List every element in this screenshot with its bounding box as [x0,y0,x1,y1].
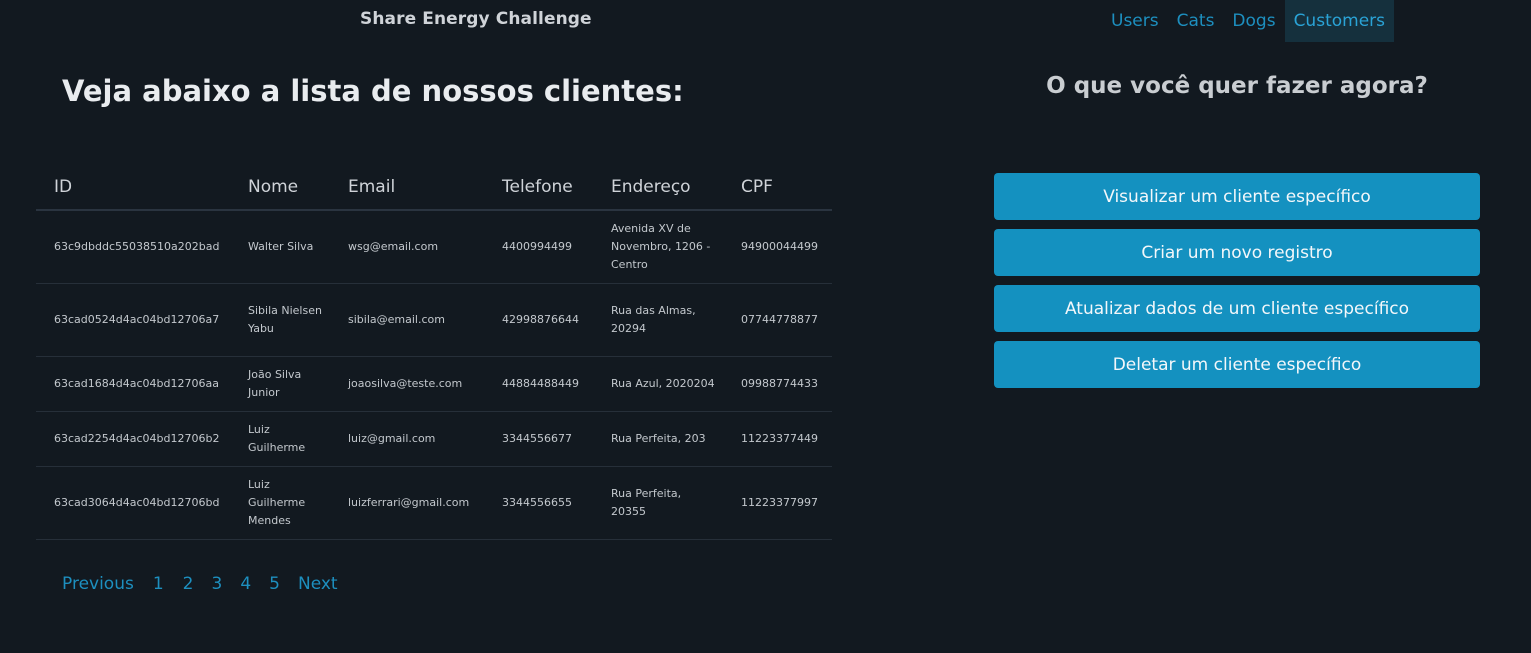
nav-customers[interactable]: Customers [1284,0,1394,42]
page: Share Energy Challenge Users Cats Dogs C… [0,0,1531,653]
cell-cpf: 11223377449 [723,411,832,467]
brand-title: Share Energy Challenge [360,9,592,29]
actions-panel: Visualizar um cliente específico Criar u… [994,173,1480,388]
cell-email: joaosilva@teste.com [330,356,484,412]
column-header-email: Email [330,164,484,211]
top-nav: Users Cats Dogs Customers [1102,0,1394,42]
cell-endereco: Avenida XV de Novembro, 1206 - Centro [593,210,723,284]
nav-users[interactable]: Users [1102,0,1168,42]
create-record-button[interactable]: Criar um novo registro [994,229,1480,276]
pagination-page-4[interactable]: 4 [240,574,251,594]
cell-email: luiz@gmail.com [330,411,484,467]
cell-email: wsg@email.com [330,210,484,284]
cell-id: 63cad2254d4ac04bd12706b2 [36,411,230,467]
pagination-page-5[interactable]: 5 [269,574,280,594]
cell-telefone: 44884488449 [484,356,593,412]
column-header-endereco: Endereço [593,164,723,211]
cell-endereco: Rua Perfeita, 203 [593,411,723,467]
cell-endereco: Rua das Almas, 20294 [593,283,723,357]
cell-telefone: 3344556655 [484,466,593,540]
column-header-cpf: CPF [723,164,832,211]
cell-email: sibila@email.com [330,283,484,357]
cell-nome: Walter Silva [230,210,330,284]
delete-customer-button[interactable]: Deletar um cliente específico [994,341,1480,388]
customers-table: ID Nome Email Telefone Endereço CPF 63c9… [36,164,832,540]
cell-nome: Luiz Guilherme Mendes [230,466,330,540]
actions-title: O que você quer fazer agora? [1046,73,1428,99]
column-header-telefone: Telefone [484,164,593,211]
cell-nome: Luiz Guilherme [230,411,330,467]
view-customer-button[interactable]: Visualizar um cliente específico [994,173,1480,220]
cell-id: 63cad3064d4ac04bd12706bd [36,466,230,540]
cell-endereco: Rua Perfeita, 20355 [593,466,723,540]
table-header-row: ID Nome Email Telefone Endereço CPF [36,164,832,211]
page-title: Veja abaixo a lista de nossos clientes: [62,74,684,108]
cell-cpf: 94900044499 [723,210,832,284]
cell-nome: João Silva Junior [230,356,330,412]
table-row: 63cad0524d4ac04bd12706a7 Sibila Nielsen … [36,283,832,357]
cell-id: 63c9dbddc55038510a202bad [36,210,230,284]
pagination-page-3[interactable]: 3 [212,574,223,594]
cell-nome: Sibila Nielsen Yabu [230,283,330,357]
cell-cpf: 09988774433 [723,356,832,412]
cell-cpf: 07744778877 [723,283,832,357]
cell-email: luizferrari@gmail.com [330,466,484,540]
cell-id: 63cad1684d4ac04bd12706aa [36,356,230,412]
cell-cpf: 11223377997 [723,466,832,540]
pagination-previous[interactable]: Previous [62,574,134,594]
pagination: Previous 1 2 3 4 5 Next [62,574,338,594]
cell-telefone: 42998876644 [484,283,593,357]
nav-dogs[interactable]: Dogs [1223,0,1284,42]
cell-endereco: Rua Azul, 2020204 [593,356,723,412]
cell-telefone: 3344556677 [484,411,593,467]
column-header-nome: Nome [230,164,330,211]
cell-telefone: 4400994499 [484,210,593,284]
table-row: 63cad2254d4ac04bd12706b2 Luiz Guilherme … [36,411,832,467]
column-header-id: ID [36,164,230,211]
table-row: 63c9dbddc55038510a202bad Walter Silva ws… [36,210,832,284]
pagination-page-2[interactable]: 2 [183,574,194,594]
pagination-page-1[interactable]: 1 [153,574,164,594]
nav-cats[interactable]: Cats [1168,0,1224,42]
table-row: 63cad3064d4ac04bd12706bd Luiz Guilherme … [36,466,832,540]
pagination-next[interactable]: Next [298,574,338,594]
table-row: 63cad1684d4ac04bd12706aa João Silva Juni… [36,356,832,412]
cell-id: 63cad0524d4ac04bd12706a7 [36,283,230,357]
update-customer-button[interactable]: Atualizar dados de um cliente específico [994,285,1480,332]
